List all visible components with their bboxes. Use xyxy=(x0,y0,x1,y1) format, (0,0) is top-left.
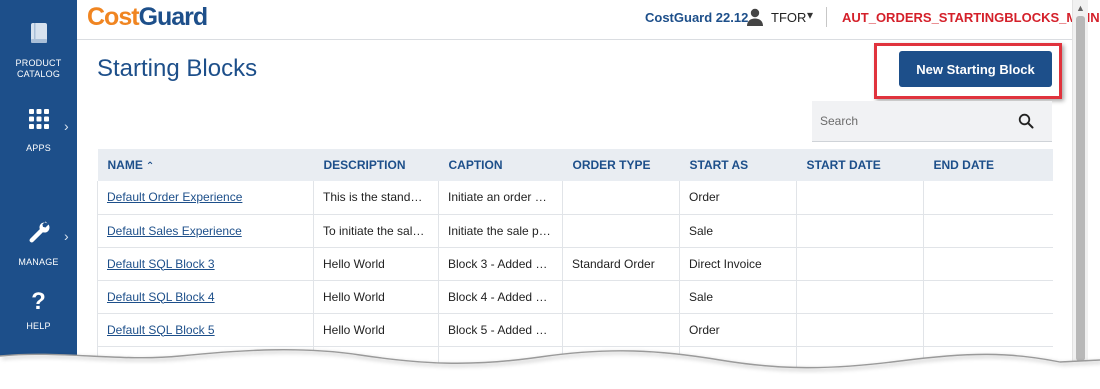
sidebar-item-label: APPS xyxy=(26,143,51,153)
column-header-caption[interactable]: CAPTION xyxy=(438,149,563,181)
chevron-right-icon: › xyxy=(64,228,69,244)
search-box xyxy=(812,101,1052,142)
row-end-date xyxy=(923,346,1053,380)
costguard-logo[interactable]: CostGuard xyxy=(87,3,209,32)
scrollbar-thumb[interactable] xyxy=(1076,16,1085,361)
row-start-as: Sale xyxy=(679,280,797,314)
table-row[interactable]: Sale xyxy=(97,346,1053,380)
chevron-right-icon: › xyxy=(64,118,69,134)
question-icon: ? xyxy=(31,288,46,315)
row-caption xyxy=(438,346,563,380)
sidebar-item-product-catalog[interactable]: PRODUCT CATALOG xyxy=(0,22,77,80)
row-order-type: Standard Order xyxy=(562,247,680,281)
row-order-type xyxy=(562,313,680,347)
row-start-date xyxy=(796,346,924,380)
starting-blocks-table: NAME ⌃ DESCRIPTION CAPTION ORDER TYPE STA… xyxy=(97,149,1053,380)
row-start-as: Direct Invoice xyxy=(679,247,797,281)
header-divider xyxy=(826,7,827,27)
row-name-link[interactable]: Default Order Experience xyxy=(107,190,242,204)
row-description: Hello World xyxy=(313,280,439,314)
row-start-date xyxy=(796,280,924,314)
table-row[interactable]: Default Sales Experience To initiate the… xyxy=(97,214,1053,248)
row-order-type xyxy=(562,214,680,248)
row-end-date xyxy=(923,280,1053,314)
wrench-icon xyxy=(29,221,50,243)
row-description: This is the standard order... xyxy=(313,181,439,215)
row-start-date xyxy=(796,247,924,281)
row-order-type xyxy=(562,346,680,380)
row-start-as: Sale xyxy=(679,214,797,248)
table-row[interactable]: Default SQL Block 4 Hello World Block 4 … xyxy=(97,280,1053,314)
column-header-start-date[interactable]: START DATE xyxy=(796,149,924,181)
row-caption: Block 4 - Added via SQL xyxy=(438,280,563,314)
row-name-link[interactable]: Default Sales Experience xyxy=(107,224,242,238)
row-start-date xyxy=(796,313,924,347)
column-header-start-as[interactable]: START AS xyxy=(679,149,797,181)
sidebar-item-apps[interactable]: › APPS xyxy=(0,108,77,154)
table-row[interactable]: Default SQL Block 5 Hello World Block 5 … xyxy=(97,313,1053,347)
caret-down-icon[interactable]: ▾ xyxy=(807,8,813,22)
user-icon[interactable] xyxy=(746,8,764,26)
row-caption: Initiate an order with... xyxy=(438,181,563,215)
sidebar-item-label: PRODUCT xyxy=(15,58,62,68)
row-name-link[interactable]: Default SQL Block 3 xyxy=(107,257,215,271)
row-caption: Block 3 - Added via SQL xyxy=(438,247,563,281)
page-title: Starting Blocks xyxy=(97,55,258,82)
scroll-up-arrow-icon[interactable]: ▲ xyxy=(1076,3,1085,13)
sidebar-item-manage[interactable]: › MANAGE xyxy=(0,220,77,268)
row-start-as: Order xyxy=(679,313,797,347)
row-description: Hello World xyxy=(313,247,439,281)
new-starting-block-button[interactable]: New Starting Block xyxy=(899,51,1052,87)
search-input[interactable] xyxy=(820,111,1010,131)
row-end-date xyxy=(923,214,1053,248)
row-order-type xyxy=(562,181,680,215)
vertical-scrollbar[interactable]: ▲ xyxy=(1072,0,1088,389)
sort-ascending-icon[interactable]: ⌃ xyxy=(146,161,154,172)
row-end-date xyxy=(923,313,1053,347)
row-name-link[interactable]: Default SQL Block 5 xyxy=(107,323,215,337)
column-header-description[interactable]: DESCRIPTION xyxy=(313,149,439,181)
row-end-date xyxy=(923,247,1053,281)
logo-text-cost: Cost xyxy=(87,3,140,31)
database-name[interactable]: AUT_ORDERS_STARTINGBLOCKS_MAIN xyxy=(842,10,1100,25)
row-end-date xyxy=(923,181,1053,215)
row-start-as: Order xyxy=(679,181,797,215)
row-caption: Initiate the sale process... xyxy=(438,214,563,248)
user-menu[interactable]: TFOR xyxy=(771,10,806,25)
logo-text-guard: Guard xyxy=(138,3,209,31)
sidebar: PRODUCT CATALOG › APPS › MANAGE ? HELP xyxy=(0,0,77,389)
sidebar-item-label: CATALOG xyxy=(16,69,61,79)
row-description: Hello World xyxy=(313,313,439,347)
top-header: CostGuard CostGuard 22.12 TFOR ▾ AUT_ORD… xyxy=(77,0,1100,40)
table-row[interactable]: Default SQL Block 3 Hello World Block 3 … xyxy=(97,247,1053,281)
sidebar-item-help[interactable]: ? HELP xyxy=(0,289,77,332)
row-start-as: Sale xyxy=(679,346,797,380)
sidebar-item-label: MANAGE xyxy=(18,257,59,267)
row-order-type xyxy=(562,280,680,314)
column-header-order-type[interactable]: ORDER TYPE xyxy=(562,149,680,181)
row-name-link[interactable]: Default SQL Block 4 xyxy=(107,290,215,304)
book-icon xyxy=(30,23,47,43)
row-caption: Block 5 - Added via SQL xyxy=(438,313,563,347)
app-version: CostGuard 22.12 xyxy=(645,10,749,25)
column-header-name[interactable]: NAME ⌃ xyxy=(97,149,314,181)
row-description xyxy=(313,346,439,380)
column-header-end-date[interactable]: END DATE xyxy=(923,149,1053,181)
apps-grid-icon xyxy=(28,109,49,129)
sidebar-item-label: HELP xyxy=(26,321,51,331)
row-description: To initiate the sale... xyxy=(313,214,439,248)
search-icon[interactable] xyxy=(1018,113,1034,129)
row-start-date xyxy=(796,214,924,248)
row-start-date xyxy=(796,181,924,215)
table-header-row: NAME ⌃ DESCRIPTION CAPTION ORDER TYPE STA… xyxy=(97,149,1053,181)
table-row[interactable]: Default Order Experience This is the sta… xyxy=(97,181,1053,215)
